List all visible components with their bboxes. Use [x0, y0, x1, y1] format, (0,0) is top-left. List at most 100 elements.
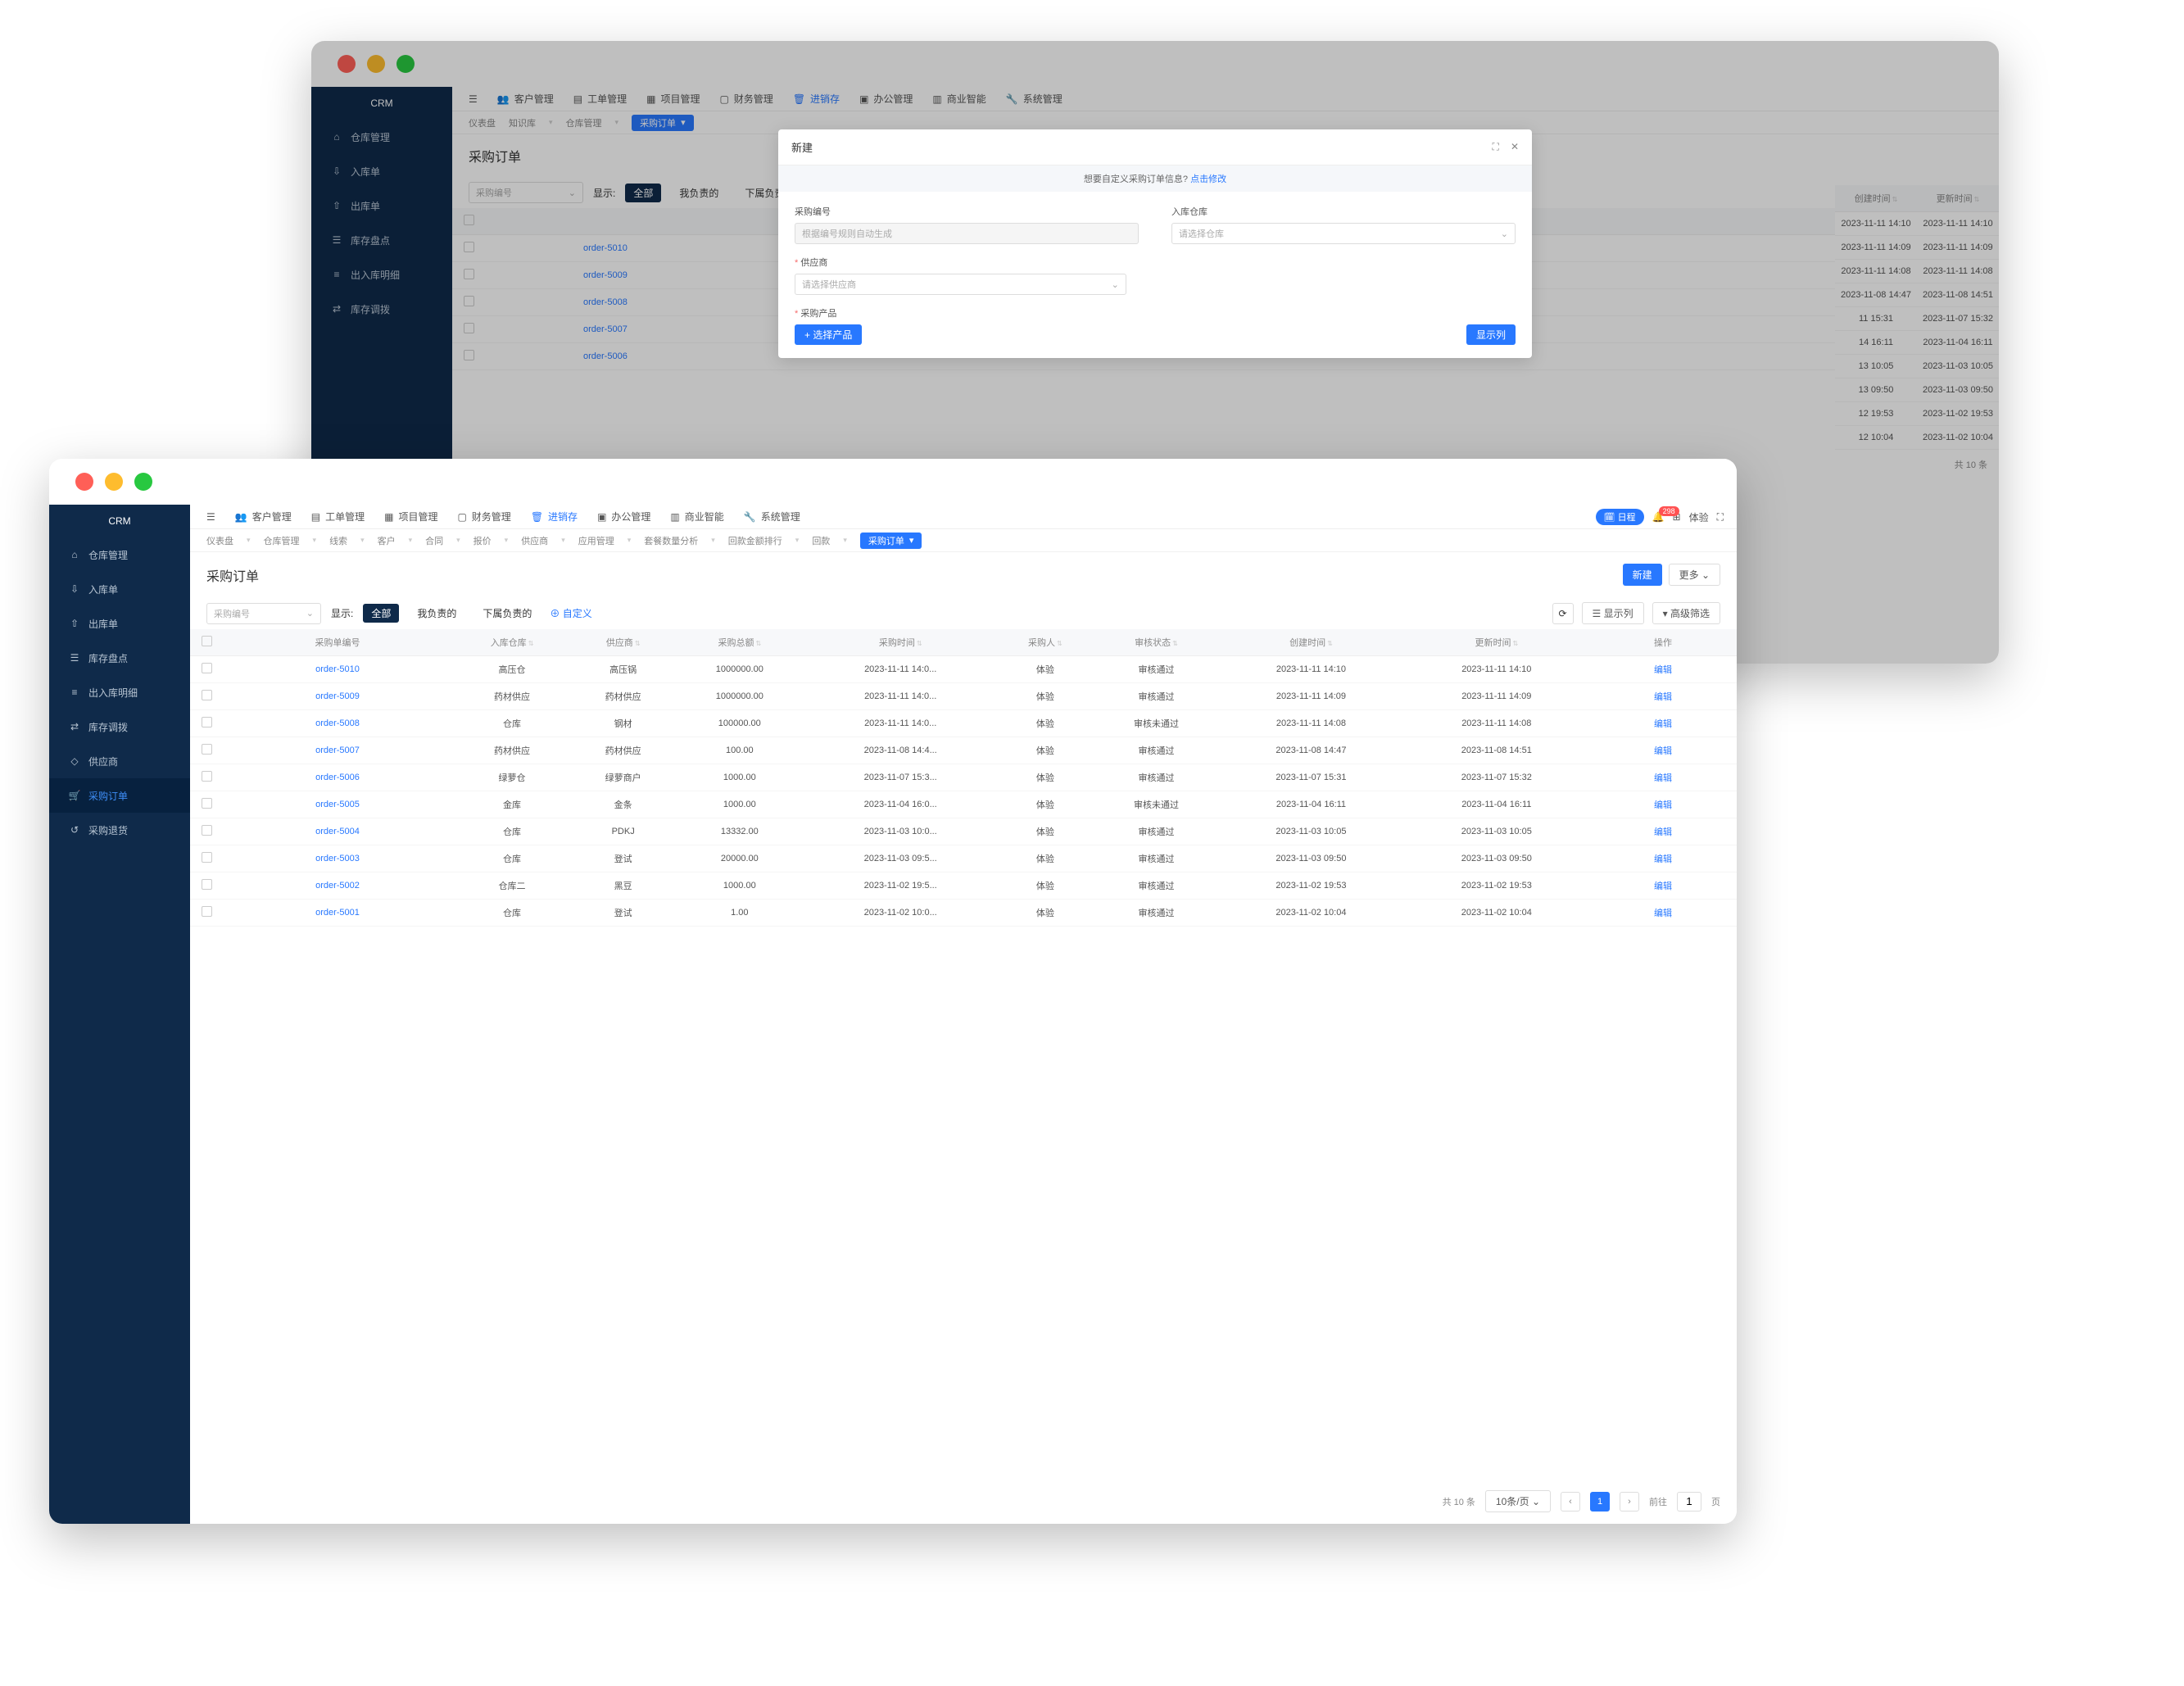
column-header[interactable]: 更新时间⇅ — [1404, 629, 1589, 656]
breadcrumb-item[interactable]: 合同 — [425, 534, 443, 547]
sidebar-item[interactable]: 🛒采购订单 — [49, 778, 190, 813]
table-row[interactable]: order-5002 仓库二 黑豆 1000.00 2023-11-02 19:… — [190, 872, 1737, 900]
sidebar-item[interactable]: ⇩入库单 — [311, 154, 452, 188]
breadcrumb-item[interactable]: 线索 — [329, 534, 347, 547]
sidebar-item[interactable]: ⌂仓库管理 — [311, 120, 452, 154]
refresh-button[interactable]: ⟳ — [1552, 603, 1574, 624]
breadcrumb-active-tag[interactable]: 采购订单▾ — [860, 533, 922, 549]
more-button[interactable]: 更多 ⌄ — [1669, 564, 1720, 586]
edit-link[interactable]: 编辑 — [1654, 773, 1672, 783]
table-row[interactable]: order-5001 仓库 登试 1.00 2023-11-02 10:0...… — [190, 900, 1737, 927]
modal-show-cols-button[interactable]: 显示列 — [1466, 324, 1516, 345]
topnav-item[interactable]: ▥商业智能 — [932, 92, 986, 106]
row-checkbox[interactable] — [464, 296, 474, 306]
topnav-item[interactable]: 🗑进销存 — [531, 510, 578, 523]
edit-link[interactable]: 编辑 — [1654, 665, 1672, 675]
row-checkbox[interactable] — [202, 825, 212, 836]
filter-tab-mine[interactable]: 我负责的 — [409, 604, 464, 623]
next-page-button[interactable]: › — [1620, 1492, 1639, 1512]
code-input[interactable]: 根据编号规则自动生成 — [795, 223, 1139, 244]
supplier-select[interactable]: 请选择供应商⌄ — [795, 274, 1126, 295]
breadcrumb-item[interactable]: 仓库管理 — [566, 116, 602, 129]
minimize-dot[interactable] — [367, 55, 385, 73]
prev-page-button[interactable]: ‹ — [1561, 1492, 1580, 1512]
topnav-item[interactable]: ▦项目管理 — [646, 92, 700, 106]
close-dot[interactable] — [75, 473, 93, 491]
calendar-pill[interactable]: 🗓 日程 — [1596, 509, 1644, 525]
goto-input[interactable] — [1677, 1492, 1701, 1512]
breadcrumb-item[interactable]: 仪表盘 — [469, 116, 496, 129]
new-button[interactable]: 新建 — [1623, 564, 1662, 586]
sidebar-item[interactable]: ≡出入库明细 — [311, 257, 452, 292]
table-row[interactable]: order-5005 金库 金条 1000.00 2023-11-04 16:0… — [190, 791, 1737, 818]
filter-tab-all[interactable]: 全部 — [363, 604, 399, 623]
select-all-checkbox[interactable] — [202, 636, 212, 646]
row-checkbox[interactable] — [464, 269, 474, 279]
breadcrumb-item[interactable]: 客户 — [378, 534, 396, 547]
order-id-link[interactable]: order-5006 — [583, 351, 628, 361]
breadcrumb-item[interactable]: 知识库 — [509, 116, 536, 129]
row-checkbox[interactable] — [464, 323, 474, 333]
sidebar-item[interactable]: ⇩入库单 — [49, 572, 190, 606]
topnav-item[interactable]: 👥客户管理 — [235, 510, 292, 523]
order-id-link[interactable]: order-5008 — [315, 718, 360, 728]
breadcrumb-item[interactable]: 应用管理 — [578, 534, 614, 547]
breadcrumb-item[interactable]: 供应商 — [521, 534, 548, 547]
column-header[interactable]: 创建时间⇅ — [1218, 629, 1403, 656]
row-checkbox[interactable] — [202, 798, 212, 809]
maximize-dot[interactable] — [396, 55, 415, 73]
topnav-item[interactable]: ▤工单管理 — [573, 92, 627, 106]
table-row[interactable]: order-5008 仓库 钢材 100000.00 2023-11-11 14… — [190, 710, 1737, 737]
table-row[interactable]: order-5007 药材供应 药材供应 100.00 2023-11-08 1… — [190, 737, 1737, 764]
order-id-link[interactable]: order-5009 — [315, 691, 360, 701]
order-id-link[interactable]: order-5010 — [583, 243, 628, 253]
custom-link[interactable]: ⊕ 自定义 — [550, 606, 591, 620]
row-checkbox[interactable] — [202, 744, 212, 755]
topnav-item[interactable]: 🗑进销存 — [793, 92, 840, 106]
order-id-link[interactable]: order-5001 — [315, 908, 360, 918]
select-all-checkbox[interactable] — [464, 215, 474, 225]
topnav-item[interactable]: ▢财务管理 — [719, 92, 773, 106]
page-number[interactable]: 1 — [1590, 1492, 1610, 1512]
menu-toggle-icon[interactable]: ☰ — [469, 93, 478, 105]
edit-link[interactable]: 编辑 — [1654, 827, 1672, 837]
topnav-item[interactable]: ▣办公管理 — [597, 510, 650, 523]
topnav-item[interactable]: 🔧系统管理 — [1006, 92, 1063, 106]
column-header[interactable]: 操作 — [1589, 629, 1737, 656]
topnav-item[interactable]: 🔧系统管理 — [744, 510, 800, 523]
show-cols-button[interactable]: ☰ 显示列 — [1582, 602, 1644, 624]
row-checkbox[interactable] — [202, 906, 212, 917]
sidebar-item[interactable]: ☰库存盘点 — [49, 641, 190, 675]
warehouse-select[interactable]: 请选择仓库⌄ — [1171, 223, 1516, 244]
column-header[interactable]: 采购人⇅ — [996, 629, 1094, 656]
order-id-link[interactable]: order-5009 — [583, 270, 628, 280]
user-name[interactable]: 体验 — [1689, 510, 1709, 524]
row-checkbox[interactable] — [202, 852, 212, 863]
column-header[interactable]: 入库仓库⇅ — [452, 629, 572, 656]
topnav-item[interactable]: ▥商业智能 — [670, 510, 723, 523]
search-input[interactable]: 采购编号⌄ — [469, 182, 583, 203]
sidebar-item[interactable]: ◇供应商 — [49, 744, 190, 778]
sidebar-item[interactable]: ⇧出库单 — [49, 606, 190, 641]
sidebar-item[interactable]: ⌂仓库管理 — [49, 537, 190, 572]
column-header[interactable]: 供应商⇅ — [572, 629, 674, 656]
breadcrumb-item[interactable]: 报价 — [474, 534, 492, 547]
topnav-item[interactable]: ▤工单管理 — [311, 510, 365, 523]
order-id-link[interactable]: order-5005 — [315, 800, 360, 809]
topnav-item[interactable]: 👥客户管理 — [497, 92, 554, 106]
filter-tab-mine[interactable]: 我负责的 — [671, 184, 727, 202]
table-row[interactable]: order-5004 仓库 PDKJ 13332.00 2023-11-03 1… — [190, 818, 1737, 845]
topnav-item[interactable]: ▣办公管理 — [859, 92, 913, 106]
order-id-link[interactable]: order-5010 — [315, 664, 360, 674]
sidebar-item[interactable]: ☰库存盘点 — [311, 223, 452, 257]
row-checkbox[interactable] — [202, 663, 212, 673]
order-id-link[interactable]: order-5006 — [315, 773, 360, 782]
adv-filter-button[interactable]: ▾ 高级筛选 — [1652, 602, 1720, 624]
sidebar-item[interactable]: ≡出入库明细 — [49, 675, 190, 709]
row-checkbox[interactable] — [202, 771, 212, 782]
sidebar-item[interactable]: ↺采购退货 — [49, 813, 190, 847]
column-header[interactable]: 采购时间⇅ — [804, 629, 996, 656]
row-checkbox[interactable] — [464, 242, 474, 252]
table-row[interactable]: order-5003 仓库 登试 20000.00 2023-11-03 09:… — [190, 845, 1737, 872]
column-header[interactable] — [190, 629, 223, 656]
